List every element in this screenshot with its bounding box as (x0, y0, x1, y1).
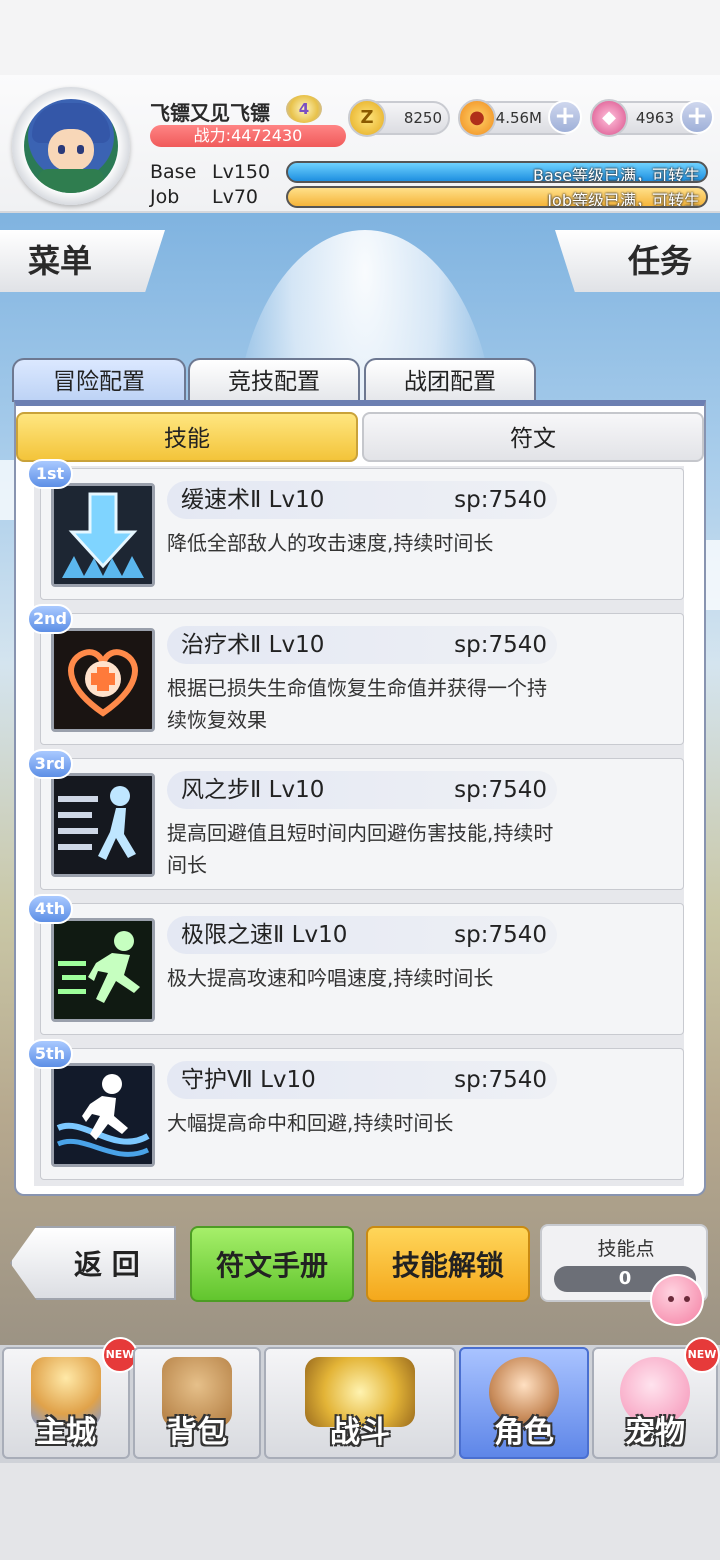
rank-badge: 2nd (27, 604, 73, 634)
sprint-icon (51, 918, 155, 1022)
rank-badge: 5th (27, 1039, 73, 1069)
rank-badge: 3rd (27, 749, 73, 779)
skill-name-strip: 守护Ⅶ Lv10 sp:7540 (167, 1061, 557, 1099)
bottom-blank-area (0, 1463, 720, 1560)
add-gem-button[interactable]: + (680, 100, 714, 134)
currency-value: 4.56M (495, 109, 542, 127)
skill-points-label: 技能点 (597, 1238, 655, 1260)
nav-character[interactable]: 角色 (459, 1347, 589, 1459)
rank-badge: 1st (27, 459, 73, 489)
skill-unlock-button[interactable]: 技能解锁 (366, 1226, 530, 1302)
vip-badge-icon[interactable]: 4 (286, 95, 322, 123)
skill-description: 根据已损失生命值恢复生命值并获得一个持续恢复效果 (167, 676, 547, 732)
skill-sp-cost: sp:7540 (454, 922, 547, 948)
skill-level: Lv10 (268, 487, 325, 513)
back-button[interactable]: 返 回 (10, 1226, 176, 1300)
nav-battle[interactable]: 战斗 (264, 1347, 456, 1459)
tab-adventure-config[interactable]: 冒险配置 (12, 358, 186, 402)
skill-sp-cost: sp:7540 (454, 1067, 547, 1093)
currency-zeny[interactable]: Z 8250 (348, 99, 450, 137)
currency-gem[interactable]: ◆ 4963 + (590, 99, 714, 137)
nav-backpack[interactable]: 背包 (133, 1347, 261, 1459)
player-name: 飞镖又见飞镖 (150, 101, 270, 125)
nav-label: 背包 (167, 1415, 227, 1450)
rune-manual-button[interactable]: 符文手册 (190, 1226, 354, 1302)
skill-description: 提高回避值且短时间内回避伤害技能,持续时间长 (167, 821, 554, 877)
skill-name: 风之步Ⅱ (181, 777, 262, 803)
skill-description: 极大提高攻速和吟唱速度,持续时间长 (167, 966, 494, 990)
job-exp-bar: Job等级已满，可转生 (286, 186, 708, 208)
base-exp-bar: Base等级已满，可转生 (286, 161, 708, 183)
skill-description: 降低全部敌人的攻击速度,持续时间长 (167, 531, 494, 555)
tab-arena-config[interactable]: 竞技配置 (188, 358, 360, 402)
skill-name-strip: 治疗术Ⅱ Lv10 sp:7540 (167, 626, 557, 664)
skill-level: Lv10 (268, 777, 325, 803)
skill-card[interactable]: 2nd 治疗术Ⅱ Lv10 sp:7540 根据已损失生命值恢复生命值并获得一个… (27, 604, 684, 745)
rank-badge: 4th (27, 894, 73, 924)
nav-label: 主城 (36, 1415, 96, 1450)
job-label: Job (150, 186, 180, 208)
base-level: Lv150 (212, 161, 271, 183)
avatar-frame[interactable] (12, 87, 130, 205)
tab-guild-config[interactable]: 战团配置 (364, 358, 536, 402)
skill-name-strip: 极限之速Ⅱ Lv10 sp:7540 (167, 916, 557, 954)
avatar (24, 99, 118, 193)
skill-level: Lv10 (291, 922, 348, 948)
base-label: Base (150, 161, 197, 183)
nav-pet[interactable]: 宠物 NEW (592, 1337, 720, 1459)
skill-name: 治疗术Ⅱ (181, 632, 262, 658)
currency-value: 4963 (635, 109, 674, 127)
skill-config-panel: 技能 符文 1st 缓速术Ⅱ Lv10 sp:7540 降低全部敌人的攻击速度,… (14, 400, 706, 1196)
skill-name: 守护Ⅶ (181, 1067, 253, 1093)
skill-name: 缓速术Ⅱ (181, 487, 262, 513)
base-exp-status: Base等级已满，可转生 (533, 166, 700, 183)
nav-label: 宠物 (625, 1415, 685, 1450)
skill-sp-cost: sp:7540 (454, 632, 547, 658)
skill-name: 极限之速Ⅱ (181, 922, 285, 948)
nav-main-city[interactable]: 主城 NEW (2, 1337, 138, 1459)
add-gold-button[interactable]: + (548, 100, 582, 134)
skill-name-strip: 缓速术Ⅱ Lv10 sp:7540 (167, 481, 557, 519)
skill-sp-cost: sp:7540 (454, 777, 547, 803)
zeny-coin-icon: Z (348, 99, 386, 137)
status-bar-area (0, 0, 720, 75)
nav-label: 角色 (494, 1415, 554, 1450)
nav-label: 战斗 (330, 1415, 390, 1450)
currency-value: 8250 (403, 109, 442, 127)
skill-card[interactable]: 1st 缓速术Ⅱ Lv10 sp:7540 降低全部敌人的攻击速度,持续时间长 (27, 459, 684, 600)
new-badge: NEW (684, 1337, 720, 1373)
skill-level: Lv10 (268, 632, 325, 658)
job-level: Lv70 (212, 186, 259, 208)
player-header: 飞镖又见飞镖 4 战力:4472430 Z 8250 ● 4.56M + ◆ 4… (0, 75, 720, 213)
gold-coin-icon: ● (458, 99, 496, 137)
skill-description: 大幅提高命中和回避,持续时间长 (167, 1111, 454, 1135)
menu-button[interactable]: 菜单 (0, 230, 165, 292)
pink-gem-icon: ◆ (590, 99, 628, 137)
skill-sp-cost: sp:7540 (454, 487, 547, 513)
skill-card[interactable]: 4th 极限之速Ⅱ Lv10 sp:7540 极大提高攻速和吟唱速度,持续时间长 (27, 894, 684, 1035)
skill-name-strip: 风之步Ⅱ Lv10 sp:7540 (167, 771, 557, 809)
poring-assistant-icon[interactable] (650, 1274, 704, 1326)
guard-run-icon (51, 1063, 155, 1167)
quest-button[interactable]: 任务 (555, 230, 720, 292)
skill-card[interactable]: 5th 守护Ⅶ Lv10 sp:7540 大幅提高命中和回避,持续时间长 (27, 1039, 684, 1180)
skill-card[interactable]: 3rd 风之步Ⅱ Lv10 sp:7540 提高回避值且短时间内回避伤害技能,持… (27, 749, 684, 890)
skill-level: Lv10 (260, 1067, 316, 1093)
subtab-skill[interactable]: 技能 (16, 412, 358, 462)
skill-list[interactable]: 1st 缓速术Ⅱ Lv10 sp:7540 降低全部敌人的攻击速度,持续时间长 … (27, 459, 684, 1186)
bottom-nav: 主城 NEW 背包 战斗 角色 宠物 NEW (0, 1337, 720, 1463)
subtab-rune[interactable]: 符文 (362, 412, 704, 462)
wind-step-icon (51, 773, 155, 877)
heal-heart-icon (51, 628, 155, 732)
job-exp-status: Job等级已满，可转生 (547, 191, 700, 208)
combat-power: 战力:4472430 (150, 125, 346, 147)
slow-arrow-icon (51, 483, 155, 587)
currency-gold[interactable]: ● 4.56M + (458, 99, 582, 137)
